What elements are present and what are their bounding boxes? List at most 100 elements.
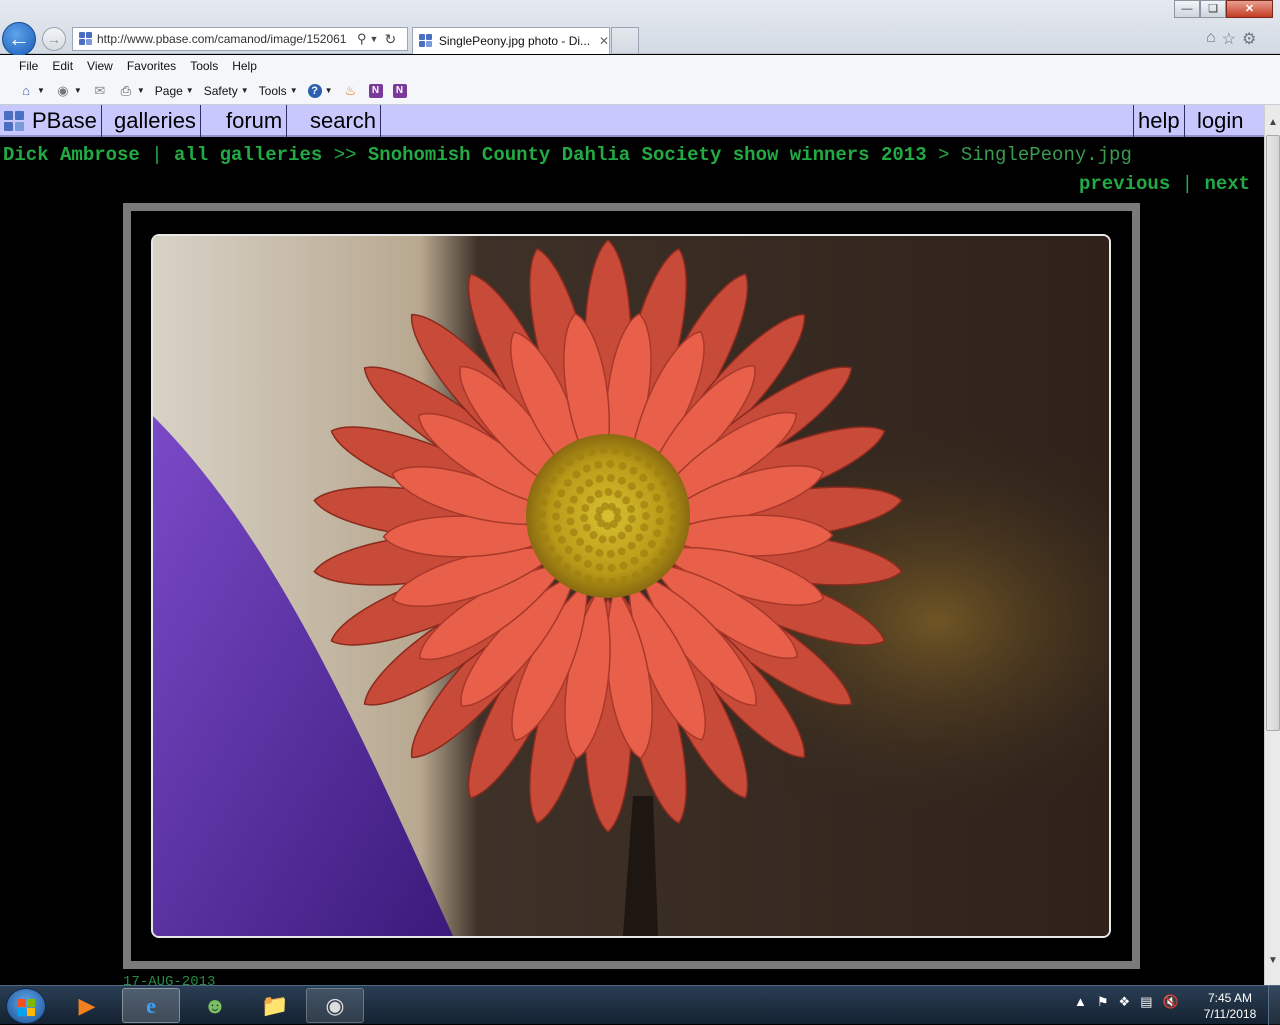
page-menu-button[interactable]: Page ▼: [155, 84, 194, 98]
nav-pbase-home[interactable]: PBase: [28, 105, 102, 137]
browser-right-icons: ⌂ ☆ ⚙: [1206, 29, 1256, 49]
flower-center-floret: [640, 523, 649, 532]
forward-button[interactable]: →: [42, 27, 66, 51]
vertical-scrollbar[interactable]: ▲ ▼: [1264, 105, 1280, 985]
search-icon[interactable]: ⚲: [357, 31, 367, 47]
print-button[interactable]: ⎙ ▼: [118, 83, 145, 99]
chevron-down-icon: ▼: [324, 86, 333, 95]
taskbar-internet-explorer[interactable]: e: [122, 988, 180, 1023]
network-icon[interactable]: ▤: [1140, 994, 1152, 1010]
media-player-icon: ▶: [78, 992, 96, 1018]
show-hidden-icons-icon[interactable]: ▲: [1074, 994, 1087, 1010]
flower-center-floret: [562, 563, 571, 572]
nav-search[interactable]: search: [306, 105, 382, 137]
flower-center-floret: [539, 498, 548, 507]
taskbar-photo-viewer[interactable]: ◉: [306, 988, 364, 1023]
star-icon[interactable]: ☆: [1222, 29, 1236, 49]
menu-favorites[interactable]: Favorites: [120, 59, 183, 73]
home-icon[interactable]: ⌂: [1206, 29, 1216, 49]
pbase-favicon-icon: [419, 34, 433, 48]
onenote-icon: N: [392, 83, 407, 98]
help-menu-button[interactable]: ? ▼: [307, 83, 333, 98]
scrollbar-thumb[interactable]: [1266, 135, 1280, 731]
address-url[interactable]: http://www.pbase.com/camanod/image/15206…: [97, 32, 355, 46]
previous-link[interactable]: previous: [1079, 173, 1170, 195]
java-button[interactable]: ♨: [343, 83, 359, 99]
show-desktop-button[interactable]: [1268, 986, 1280, 1025]
flower-center-floret: [661, 478, 669, 487]
close-icon[interactable]: ✕: [599, 34, 609, 48]
new-tab-button[interactable]: [611, 27, 639, 53]
breadcrumb-all-galleries-link[interactable]: all galleries: [174, 144, 322, 166]
flower-center-floret: [585, 479, 594, 488]
back-button[interactable]: ←: [2, 22, 36, 56]
menu-tools[interactable]: Tools: [183, 59, 225, 73]
menu-view[interactable]: View: [80, 59, 120, 73]
flower-center-floret: [647, 483, 656, 491]
flower-center-floret: [573, 570, 581, 579]
breadcrumb-separator: >>: [333, 144, 357, 166]
pbase-logo-icon[interactable]: [4, 105, 28, 137]
flower-center-floret: [635, 490, 644, 499]
tab-active[interactable]: SinglePeony.jpg photo - Di... ✕: [412, 27, 610, 54]
flower-center-floret: [594, 513, 603, 522]
flower-center-floret: [576, 486, 585, 495]
command-bar: ⌂ ▼ ◉ ▼ ✉ ⎙ ▼ Page ▼ Safety ▼ Tools ▼ ? ▼ ♨ N N: [0, 77, 1280, 105]
menu-help[interactable]: Help: [225, 59, 264, 73]
chevron-down-icon[interactable]: ▼: [370, 34, 379, 44]
volume-muted-icon[interactable]: 🔇: [1162, 994, 1178, 1010]
next-link[interactable]: next: [1204, 173, 1250, 195]
chevron-down-icon: ▼: [185, 86, 194, 95]
flower-center-floret: [565, 458, 574, 467]
site-navbar: PBase galleries forum search help login: [0, 105, 1264, 137]
flower-center-floret: [556, 466, 565, 475]
flower-center-floret: [604, 488, 613, 496]
gear-icon[interactable]: ⚙: [1242, 29, 1256, 49]
taskbar-clock[interactable]: 7:45 AM 7/11/2018: [1198, 990, 1262, 1022]
restore-button[interactable]: ❏: [1200, 0, 1226, 18]
tools-menu-button[interactable]: Tools ▼: [259, 84, 298, 98]
scroll-up-icon[interactable]: ▲: [1265, 117, 1280, 133]
start-button[interactable]: [6, 988, 46, 1024]
menu-bar: File Edit View Favorites Tools Help: [0, 55, 1280, 77]
window-close-button[interactable]: ✕: [1226, 0, 1273, 18]
breadcrumb-owner-link[interactable]: Dick Ambrose: [3, 144, 140, 166]
onenote-linked-button[interactable]: N: [392, 83, 407, 98]
flower-center-floret: [659, 548, 668, 557]
taskbar-file-explorer[interactable]: 📁: [246, 988, 304, 1023]
breadcrumb-gallery-link[interactable]: Snohomish County Dahlia Society show win…: [368, 144, 927, 166]
flower-center-floret: [557, 489, 566, 498]
nav-forum[interactable]: forum: [222, 105, 288, 137]
menu-file[interactable]: File: [12, 59, 45, 73]
address-bar[interactable]: http://www.pbase.com/camanod/image/15206…: [72, 27, 408, 51]
flower-center-floret: [569, 495, 578, 504]
nav-help[interactable]: help: [1133, 105, 1185, 137]
feeds-button[interactable]: ◉ ▼: [55, 83, 82, 99]
dropbox-icon[interactable]: ❖: [1119, 994, 1131, 1010]
flag-icon[interactable]: ⚑: [1097, 994, 1109, 1010]
folder-icon: 📁: [261, 992, 289, 1018]
flower-center-floret: [576, 452, 585, 461]
nav-login[interactable]: login: [1193, 105, 1247, 137]
flower-center-floret: [606, 460, 615, 469]
home-button[interactable]: ⌂ ▼: [18, 83, 45, 99]
refresh-icon[interactable]: ↻: [384, 31, 396, 48]
nav-galleries[interactable]: galleries: [110, 105, 201, 137]
taskbar-media-player[interactable]: ▶: [58, 988, 116, 1023]
taskbar-users[interactable]: ☻: [186, 988, 244, 1023]
flower-center-floret: [608, 535, 617, 544]
flower-center-floret: [651, 557, 660, 566]
mail-button[interactable]: ✉: [92, 83, 108, 99]
main-photo[interactable]: [151, 234, 1111, 938]
onenote-button[interactable]: N: [368, 83, 383, 98]
help-icon: ?: [307, 83, 322, 98]
flower-photo-image: [153, 236, 1109, 936]
flower-center-floret: [655, 505, 664, 514]
flower-center-floret: [581, 504, 590, 513]
safety-menu-button[interactable]: Safety ▼: [204, 84, 249, 98]
menu-edit[interactable]: Edit: [45, 59, 80, 73]
flower-center-floret: [557, 535, 566, 544]
scroll-down-icon[interactable]: ▼: [1265, 955, 1280, 971]
flower-center-floret: [620, 575, 629, 584]
minimize-button[interactable]: —: [1174, 0, 1200, 18]
